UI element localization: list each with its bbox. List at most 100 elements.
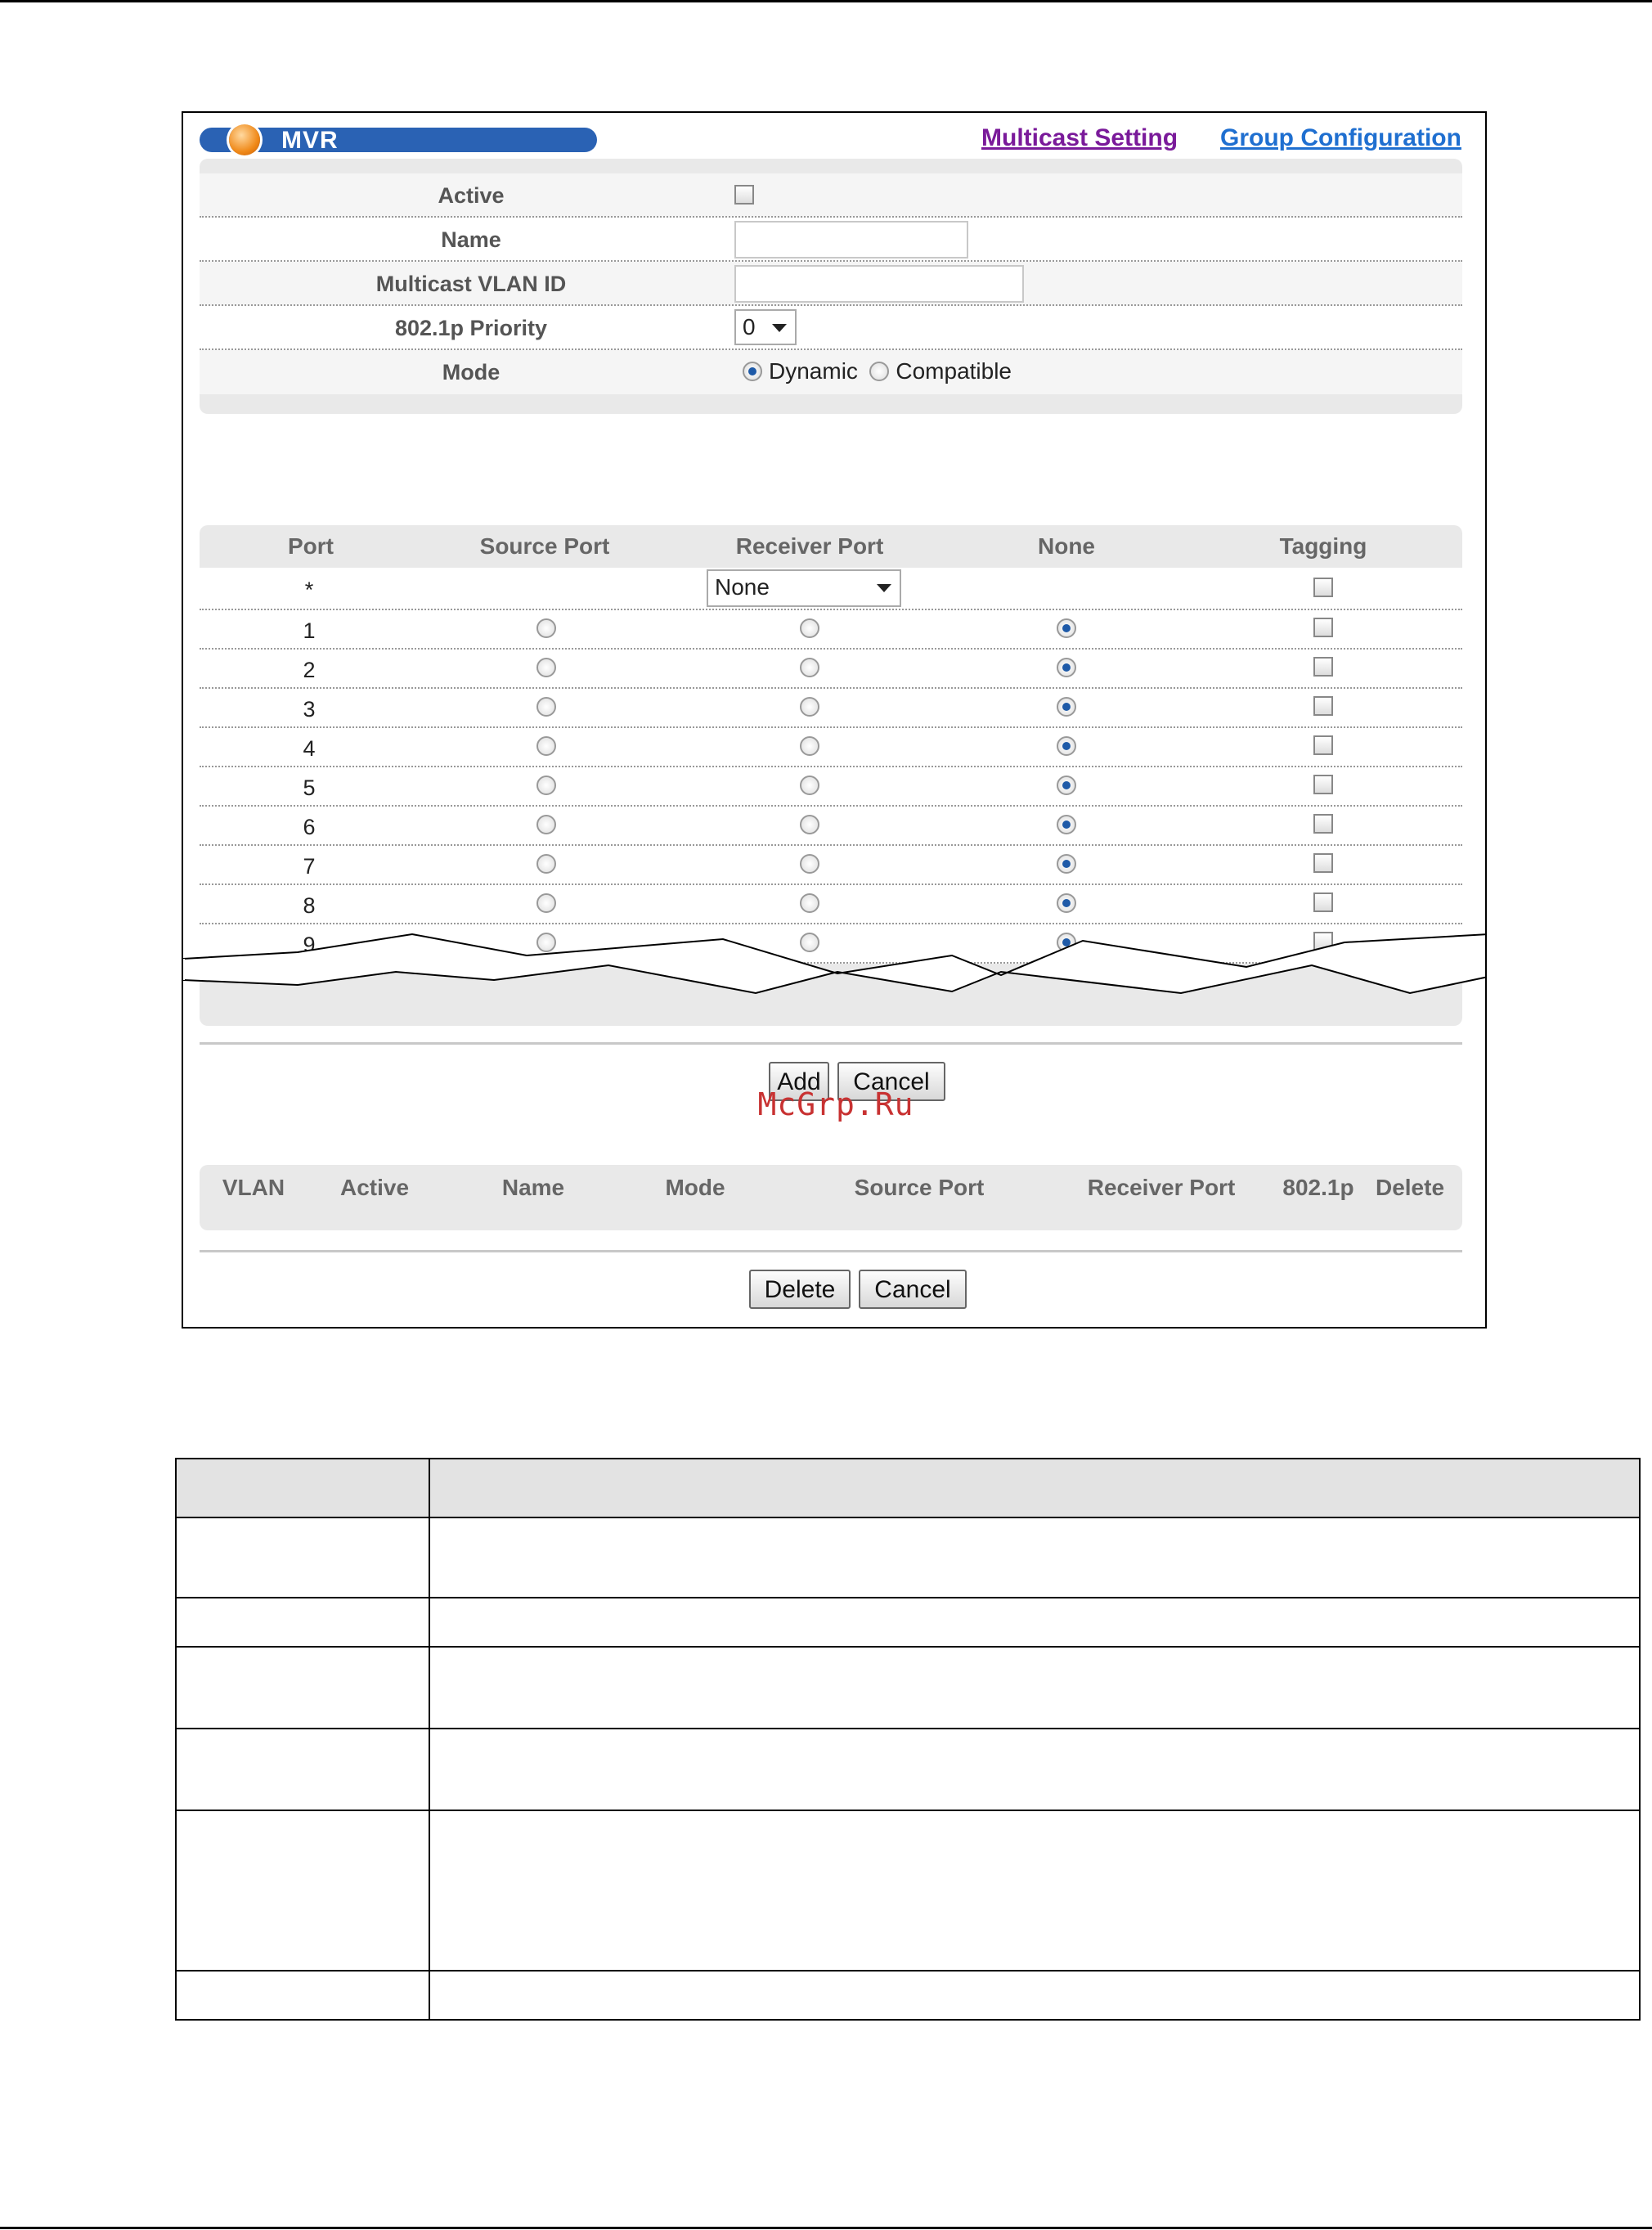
table-row: 8 — [200, 885, 1462, 924]
source-port-radio[interactable] — [536, 815, 556, 834]
mvr-form: Active Name Multicast VLAN ID 802.1p Pri… — [200, 173, 1462, 394]
table-row: 9 — [200, 924, 1462, 964]
mode-compatible-radio[interactable] — [869, 362, 890, 381]
mode-compatible-label: Compatible — [896, 358, 1012, 384]
description-header-cell — [429, 1458, 1641, 1518]
col-port: Port — [288, 533, 334, 559]
page-bottom-rule — [0, 2227, 1652, 2229]
mvr-form-panel: Active Name Multicast VLAN ID 802.1p Pri… — [200, 159, 1462, 414]
label-cell — [175, 1597, 430, 1648]
source-port-radio[interactable] — [536, 618, 556, 638]
page-top-rule — [0, 0, 1652, 2]
watermark: McGrp.Ru — [757, 1086, 914, 1122]
tagging-checkbox[interactable] — [1313, 892, 1333, 912]
port-number: 4 — [303, 736, 316, 761]
port-number: 7 — [303, 854, 316, 879]
receiver-port-radio[interactable] — [800, 893, 819, 913]
port-number: 5 — [303, 776, 316, 800]
col-vlan: VLAN — [222, 1175, 285, 1200]
table-row: 5 — [200, 767, 1462, 807]
col-receiver-port: Receiver Port — [1087, 1175, 1236, 1200]
receiver-port-radio[interactable] — [800, 854, 819, 874]
none-radio[interactable] — [1057, 893, 1076, 913]
all-ports-symbol: * — [304, 578, 314, 602]
source-port-radio[interactable] — [536, 893, 556, 913]
mode-label: Mode — [442, 360, 501, 384]
port-number: 2 — [303, 658, 316, 682]
table-row — [175, 1728, 1641, 1811]
receiver-port-radio[interactable] — [800, 736, 819, 756]
col-delete: Delete — [1375, 1175, 1445, 1200]
receiver-port-radio[interactable] — [800, 697, 819, 717]
description-cell — [429, 1517, 1641, 1598]
tagging-checkbox[interactable] — [1313, 618, 1333, 637]
mode-dynamic-label: Dynamic — [769, 358, 858, 384]
label-cell — [175, 1646, 430, 1729]
none-radio[interactable] — [1057, 854, 1076, 874]
source-port-radio[interactable] — [536, 697, 556, 717]
source-port-radio[interactable] — [536, 658, 556, 677]
none-radio[interactable] — [1057, 697, 1076, 717]
active-checkbox[interactable] — [734, 185, 754, 205]
receiver-port-radio[interactable] — [800, 658, 819, 677]
receiver-port-radio[interactable] — [800, 618, 819, 638]
tagging-checkbox[interactable] — [1313, 657, 1333, 677]
label-cell — [175, 1517, 430, 1598]
label-cell — [175, 1810, 430, 1971]
port-table-header: Port Source Port Receiver Port None Tagg… — [200, 525, 1462, 568]
receiver-all-value: None — [715, 574, 770, 600]
source-port-radio[interactable] — [536, 736, 556, 756]
tagging-all-checkbox[interactable] — [1313, 578, 1333, 597]
priority-select[interactable]: 0 — [734, 309, 797, 345]
none-radio[interactable] — [1057, 658, 1076, 677]
port-number: 1 — [303, 618, 316, 643]
delete-button[interactable]: Delete — [749, 1270, 851, 1309]
divider — [200, 1042, 1462, 1045]
tagging-checkbox[interactable] — [1313, 696, 1333, 716]
source-port-radio[interactable] — [536, 776, 556, 795]
port-number: 3 — [303, 697, 316, 722]
table-row — [175, 1646, 1641, 1729]
col-source-port: Source Port — [479, 533, 610, 559]
table-row — [175, 1597, 1641, 1648]
tagging-checkbox[interactable] — [1313, 814, 1333, 834]
vlan-table-panel: VLAN Active Name Mode Source Port Receiv… — [200, 1165, 1462, 1230]
description-cell — [429, 1728, 1641, 1811]
none-radio[interactable] — [1057, 618, 1076, 638]
vlan-id-input[interactable] — [734, 265, 1024, 303]
none-radio[interactable] — [1057, 776, 1076, 795]
receiver-port-radio[interactable] — [800, 933, 819, 952]
description-cell — [429, 1646, 1641, 1729]
divider — [200, 1250, 1462, 1252]
none-radio[interactable] — [1057, 736, 1076, 756]
label-header-cell — [175, 1458, 430, 1518]
name-input[interactable] — [734, 221, 968, 259]
tagging-checkbox[interactable] — [1313, 735, 1333, 755]
receiver-port-radio[interactable] — [800, 776, 819, 795]
name-label: Name — [441, 227, 501, 252]
none-radio[interactable] — [1057, 933, 1076, 952]
receiver-port-radio[interactable] — [800, 815, 819, 834]
mode-dynamic-radio[interactable] — [743, 362, 762, 381]
description-table — [175, 1458, 1641, 2021]
table-header-row — [175, 1458, 1641, 1518]
mvr-screen: MVR Multicast Setting Group Configuratio… — [182, 111, 1487, 1329]
cancel-button[interactable]: Cancel — [859, 1270, 967, 1309]
source-port-radio[interactable] — [536, 854, 556, 874]
none-radio[interactable] — [1057, 815, 1076, 834]
tagging-checkbox[interactable] — [1313, 932, 1333, 951]
multicast-setting-link[interactable]: Multicast Setting — [981, 124, 1178, 152]
port-rows: * None 1 2 3 4 5 6 7 8 9 — [200, 568, 1462, 964]
active-label: Active — [438, 183, 505, 208]
source-port-radio[interactable] — [536, 933, 556, 952]
form-row-priority: 802.1p Priority 0 — [200, 306, 1462, 350]
tagging-checkbox[interactable] — [1313, 853, 1333, 873]
table-row: 7 — [200, 846, 1462, 885]
group-configuration-link[interactable]: Group Configuration — [1220, 124, 1461, 152]
table-row: 2 — [200, 650, 1462, 689]
col-tagging: Tagging — [1279, 533, 1367, 559]
col-source-port: Source Port — [854, 1175, 985, 1200]
page-title: MVR — [281, 127, 339, 154]
tagging-checkbox[interactable] — [1313, 775, 1333, 794]
receiver-all-select[interactable]: None — [707, 569, 901, 607]
